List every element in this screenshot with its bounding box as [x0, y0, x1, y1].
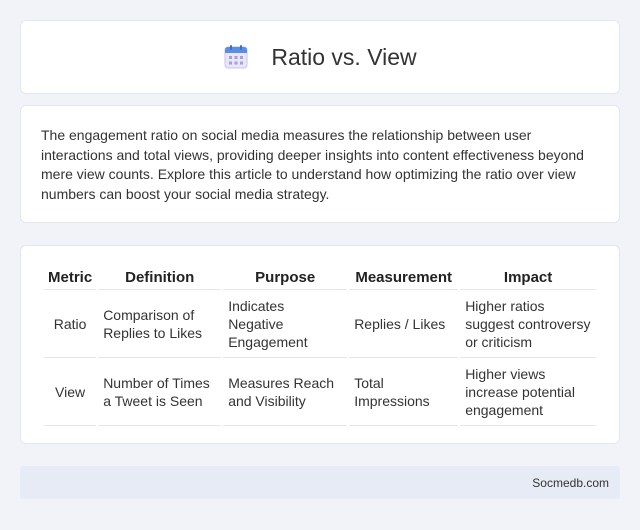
header-impact: Impact: [460, 266, 596, 290]
header-metric: Metric: [44, 266, 97, 290]
cell-purpose: Indicates Negative Engagement: [223, 290, 348, 358]
footer-site-link[interactable]: Socmedb.com: [532, 476, 609, 490]
cell-measurement: Total Impressions: [349, 358, 459, 426]
table-row: View Number of Times a Tweet is Seen Mea…: [44, 358, 596, 426]
table-card: Metric Definition Purpose Measurement Im…: [20, 245, 620, 444]
header-definition: Definition: [98, 266, 222, 290]
table-row: Ratio Comparison of Replies to Likes Ind…: [44, 290, 596, 358]
comparison-table: Metric Definition Purpose Measurement Im…: [42, 266, 598, 426]
intro-text: The engagement ratio on social media mea…: [41, 127, 584, 202]
header-purpose: Purpose: [223, 266, 348, 290]
header-measurement: Measurement: [349, 266, 459, 290]
cell-definition: Number of Times a Tweet is Seen: [98, 358, 222, 426]
cell-measurement: Replies / Likes: [349, 290, 459, 358]
cell-definition: Comparison of Replies to Likes: [98, 290, 222, 358]
title-card: Ratio vs. View: [20, 20, 620, 94]
cell-metric: Ratio: [44, 290, 97, 358]
cell-metric: View: [44, 358, 97, 426]
cell-purpose: Measures Reach and Visibility: [223, 358, 348, 426]
table-header-row: Metric Definition Purpose Measurement Im…: [44, 266, 596, 290]
footer: Socmedb.com: [20, 466, 620, 499]
page-title: Ratio vs. View: [271, 43, 417, 70]
calendar-icon: [224, 45, 248, 69]
cell-impact: Higher views increase potential engageme…: [460, 358, 596, 426]
intro-card: The engagement ratio on social media mea…: [20, 105, 620, 223]
cell-impact: Higher ratios suggest controversy or cri…: [460, 290, 596, 358]
